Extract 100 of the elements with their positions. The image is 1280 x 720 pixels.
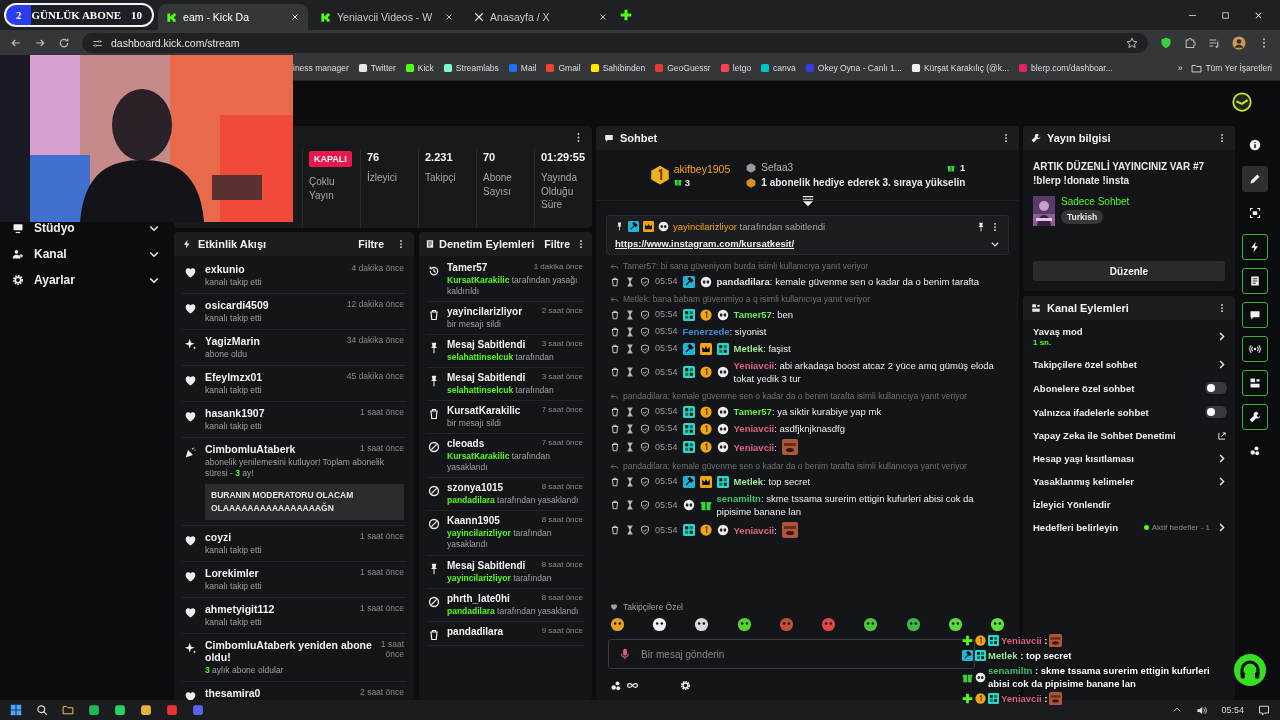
app-icon[interactable]	[140, 704, 152, 716]
pinned-link[interactable]: https://www.instagram.com/kursatkesit/	[615, 238, 795, 249]
shield-icon[interactable]	[640, 476, 650, 487]
bookmark[interactable]: letgo	[719, 63, 752, 73]
edit-button[interactable]: Düzenle	[1033, 261, 1225, 281]
hourglass-icon[interactable]	[625, 500, 635, 510]
bookmark[interactable]: Gmail	[545, 63, 581, 73]
chat-input[interactable]: Bir mesaj gönderin	[641, 643, 901, 665]
rail-button[interactable]	[1242, 166, 1268, 192]
all-bookmarks[interactable]: Tüm Yer İşaretleri	[1191, 62, 1272, 74]
folder-icon[interactable]	[62, 704, 74, 716]
rail-button[interactable]	[1242, 336, 1268, 362]
new-tab-icon[interactable]	[620, 9, 633, 21]
sidebar-item[interactable]: Kanal	[12, 244, 160, 264]
bookmark[interactable]: Mail	[507, 63, 537, 73]
emote-icon[interactable]	[863, 617, 879, 632]
category-link[interactable]: Sadece Sohbet	[1061, 196, 1130, 207]
bookmark[interactable]: Streamlabs	[442, 63, 499, 73]
message-box[interactable]: Bir mesaj gönderin	[608, 639, 975, 669]
emote-icon[interactable]	[947, 617, 963, 632]
hourglass-icon[interactable]	[625, 423, 635, 434]
bookmark[interactable]: canva	[760, 63, 796, 73]
action-label[interactable]: Abonelere özel sohbet	[1033, 382, 1135, 394]
back-icon[interactable]	[10, 37, 22, 49]
shield-icon[interactable]	[1160, 37, 1172, 49]
volume-icon[interactable]	[1196, 704, 1208, 716]
filter-button[interactable]: Filtre	[542, 238, 572, 250]
app-icon[interactable]	[114, 704, 126, 716]
scroll-down-icon[interactable]	[801, 194, 815, 208]
emote-icon[interactable]	[989, 617, 1005, 632]
hourglass-icon[interactable]	[625, 326, 635, 337]
action-label[interactable]: Takipçilere özel sohbet	[1033, 359, 1137, 370]
search-icon[interactable]	[36, 704, 48, 716]
action-label[interactable]: Yavaş mod	[1033, 326, 1083, 337]
bookmark[interactable]: GeoGuessr	[654, 63, 711, 73]
rail-button[interactable]	[1242, 234, 1268, 260]
hourglass-icon[interactable]	[625, 309, 635, 320]
hourglass-icon[interactable]	[625, 442, 635, 452]
trash-icon[interactable]	[610, 326, 620, 337]
extensions-icon[interactable]	[1184, 37, 1196, 49]
media-icon[interactable]	[1208, 37, 1220, 49]
microphone-icon[interactable]	[619, 648, 631, 660]
rail-button[interactable]	[1242, 302, 1268, 328]
bookmark[interactable]: iness manager	[293, 63, 349, 73]
sidebar-item[interactable]: Stüdyo	[12, 218, 160, 238]
hourglass-icon[interactable]	[625, 343, 635, 354]
filter-button[interactable]: Filtre	[352, 238, 390, 250]
bookmark[interactable]: Okey Oyna - Canlı 1...	[804, 63, 902, 73]
shield-icon[interactable]	[640, 500, 650, 510]
headset-icon[interactable]	[1234, 654, 1266, 686]
shield-icon[interactable]	[640, 367, 650, 377]
bookmark[interactable]: Kick	[404, 63, 434, 73]
browser-tab[interactable]: eam - Kick Da	[158, 4, 309, 30]
hourglass-icon[interactable]	[625, 525, 635, 535]
sidebar-item[interactable]: Ayarlar	[12, 270, 160, 290]
trash-icon[interactable]	[610, 500, 620, 510]
browser-tab[interactable]: Anasayfa / X	[466, 4, 617, 30]
bookmark[interactable]: Sahibinden	[589, 63, 646, 73]
trash-icon[interactable]	[610, 276, 620, 287]
external-link-icon[interactable]	[1217, 430, 1227, 441]
browser-tab[interactable]: Yeniavcii Videos - W	[312, 4, 463, 30]
app-icon[interactable]	[88, 704, 100, 716]
shield-icon[interactable]	[640, 442, 650, 452]
site-settings-icon[interactable]	[92, 37, 103, 49]
close-icon[interactable]	[444, 12, 455, 22]
windows-icon[interactable]	[10, 704, 22, 716]
action-label[interactable]: Yasaklanmış kelimeler	[1033, 476, 1134, 487]
shield-icon[interactable]	[640, 276, 650, 287]
hourglass-icon[interactable]	[625, 276, 635, 287]
rail-button[interactable]	[1242, 404, 1268, 430]
trash-icon[interactable]	[610, 309, 620, 320]
shield-icon[interactable]	[640, 343, 650, 354]
forward-icon[interactable]	[34, 37, 46, 49]
settings-icon[interactable]	[680, 680, 691, 691]
address-bar[interactable]: dashboard.kick.com/stream	[82, 33, 1148, 53]
app-icon[interactable]	[192, 704, 204, 716]
emote-icon[interactable]	[694, 617, 710, 632]
action-label[interactable]: İzleyici Yönlendir	[1033, 499, 1111, 510]
close-icon[interactable]	[290, 12, 301, 22]
trash-icon[interactable]	[610, 476, 620, 487]
bookmark-star-icon[interactable]	[1126, 37, 1138, 49]
toggle-switch[interactable]	[1205, 406, 1227, 418]
trash-icon[interactable]	[610, 442, 620, 452]
emote-icon[interactable]	[736, 617, 752, 632]
hourglass-icon[interactable]	[625, 476, 635, 487]
trash-icon[interactable]	[610, 406, 620, 417]
hourglass-icon[interactable]	[625, 406, 635, 417]
shield-icon[interactable]	[640, 423, 650, 434]
emote-icon[interactable]	[905, 617, 921, 632]
bookmark[interactable]: Twitter	[357, 63, 396, 73]
maximize-icon[interactable]	[1220, 9, 1231, 21]
action-label[interactable]: Yapay Zeka ile Sohbet Denetimi	[1033, 430, 1176, 441]
notification-icon[interactable]	[1258, 704, 1270, 716]
action-label[interactable]: Hesap yaşı kısıtlaması	[1033, 453, 1134, 464]
more-bookmarks[interactable]: »	[1177, 63, 1183, 73]
trash-icon[interactable]	[610, 367, 620, 377]
toggle-switch[interactable]	[1205, 382, 1227, 394]
caret-up-icon[interactable]	[1172, 705, 1183, 715]
shield-icon[interactable]	[640, 525, 650, 535]
action-label[interactable]: Yalnızca ifadelerle sohbet	[1033, 406, 1149, 418]
